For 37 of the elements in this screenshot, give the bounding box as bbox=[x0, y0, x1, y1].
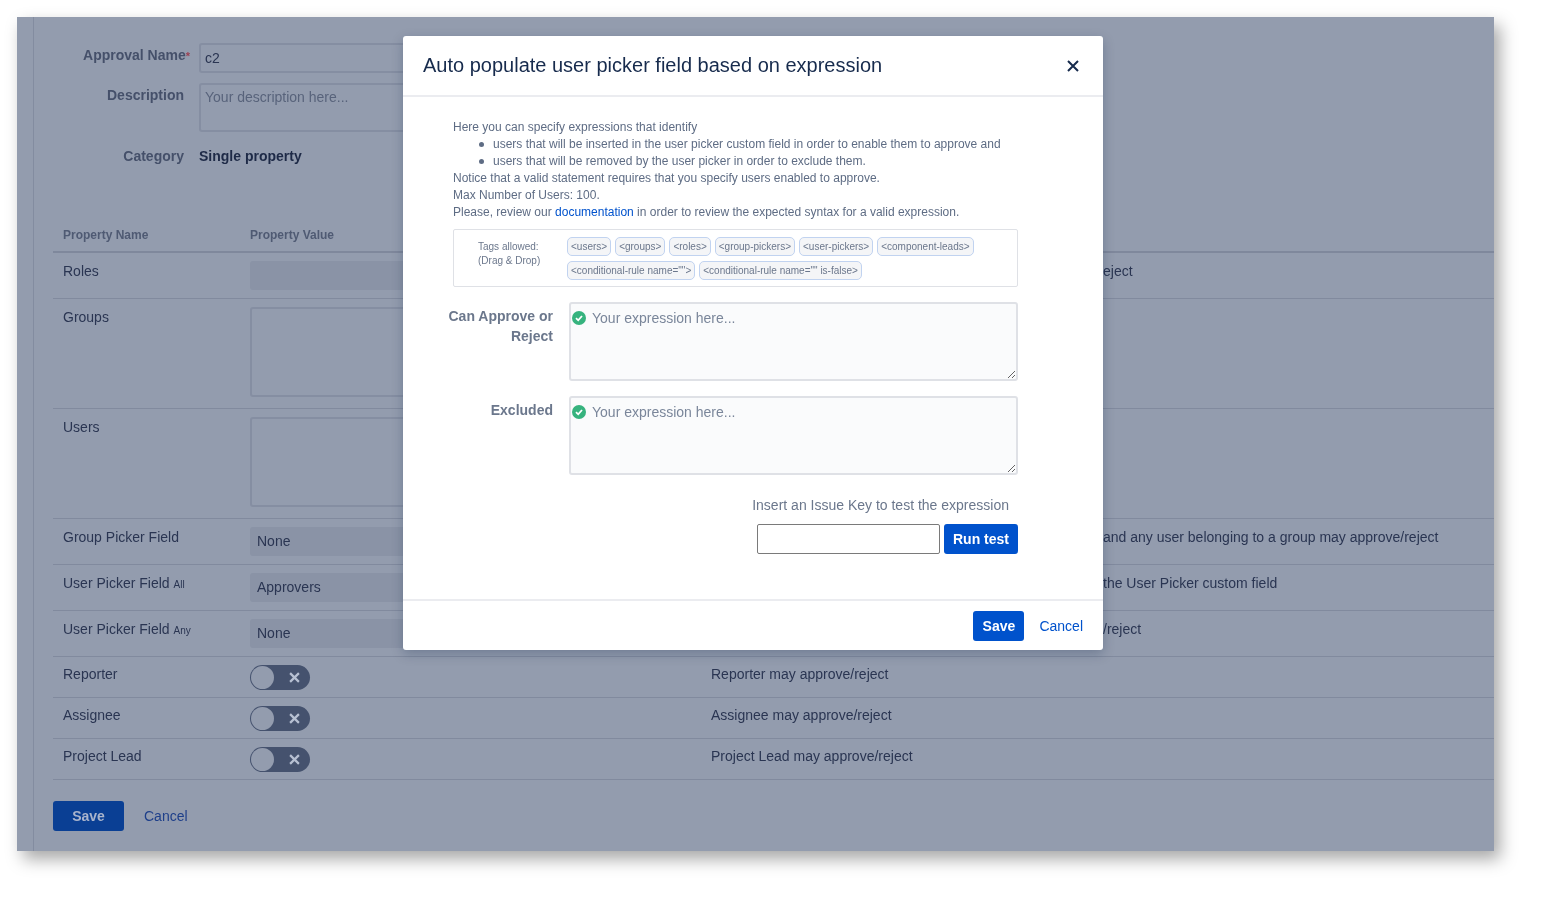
test-label: Insert an Issue Key to test the expression bbox=[752, 497, 1009, 513]
property-description: eject bbox=[1103, 263, 1133, 279]
property-description: and any user belonging to a group may approve/reject bbox=[1103, 529, 1439, 545]
property-description: Project Lead may approve/reject bbox=[711, 748, 913, 764]
category-value: Single property bbox=[199, 148, 302, 164]
property-name: Reporter bbox=[63, 666, 118, 682]
property-qualifier: All bbox=[173, 579, 185, 590]
property-description: Reporter may approve/reject bbox=[711, 666, 889, 682]
tags-label: Tags allowed: bbox=[478, 240, 540, 254]
property-description: Assignee may approve/reject bbox=[711, 707, 892, 723]
property-name: User Picker Field bbox=[63, 621, 170, 637]
property-name: Groups bbox=[63, 309, 109, 325]
property-name: Users bbox=[63, 419, 100, 435]
note-text: Max Number of Users: 100. bbox=[453, 187, 601, 204]
field-label: Description bbox=[107, 87, 184, 103]
property-description: the User Picker custom field bbox=[1103, 575, 1278, 591]
property-name: Assignee bbox=[63, 707, 121, 723]
field-label: Approval Name bbox=[83, 47, 186, 63]
required-mark: * bbox=[185, 50, 190, 62]
property-name: User Picker Field bbox=[63, 575, 170, 591]
field-label: Can Approve or Reject bbox=[448, 308, 553, 344]
note-text: Notice that a valid statement requires that you specify users enabled to approve. bbox=[453, 170, 881, 187]
field-label: Excluded bbox=[490, 402, 553, 418]
bullet-text: users that will be removed by the user picker in order to exclude them. bbox=[493, 153, 866, 170]
column-header: Property Name bbox=[62, 228, 150, 242]
intro-text: Here you can specify expressions that identify bbox=[453, 119, 699, 136]
property-name: Project Lead bbox=[63, 748, 142, 764]
column-header: Property Value bbox=[250, 228, 336, 242]
property-name: Group Picker Field bbox=[63, 529, 179, 545]
property-name: Roles bbox=[63, 263, 99, 279]
dialog-title: Auto populate user picker field based on expression bbox=[423, 54, 883, 77]
documentation-sentence: Please, review our documentation in order to review the expected syntax for a valid expression. bbox=[453, 204, 961, 221]
property-description: /reject bbox=[1103, 621, 1142, 637]
tags-label: (Drag & Drop) bbox=[478, 254, 542, 268]
field-label: Category bbox=[123, 148, 184, 164]
bullet-text: users that will be inserted in the user picker custom field in order to enable them to approve and bbox=[493, 136, 1001, 153]
property-qualifier: Any bbox=[173, 625, 191, 636]
